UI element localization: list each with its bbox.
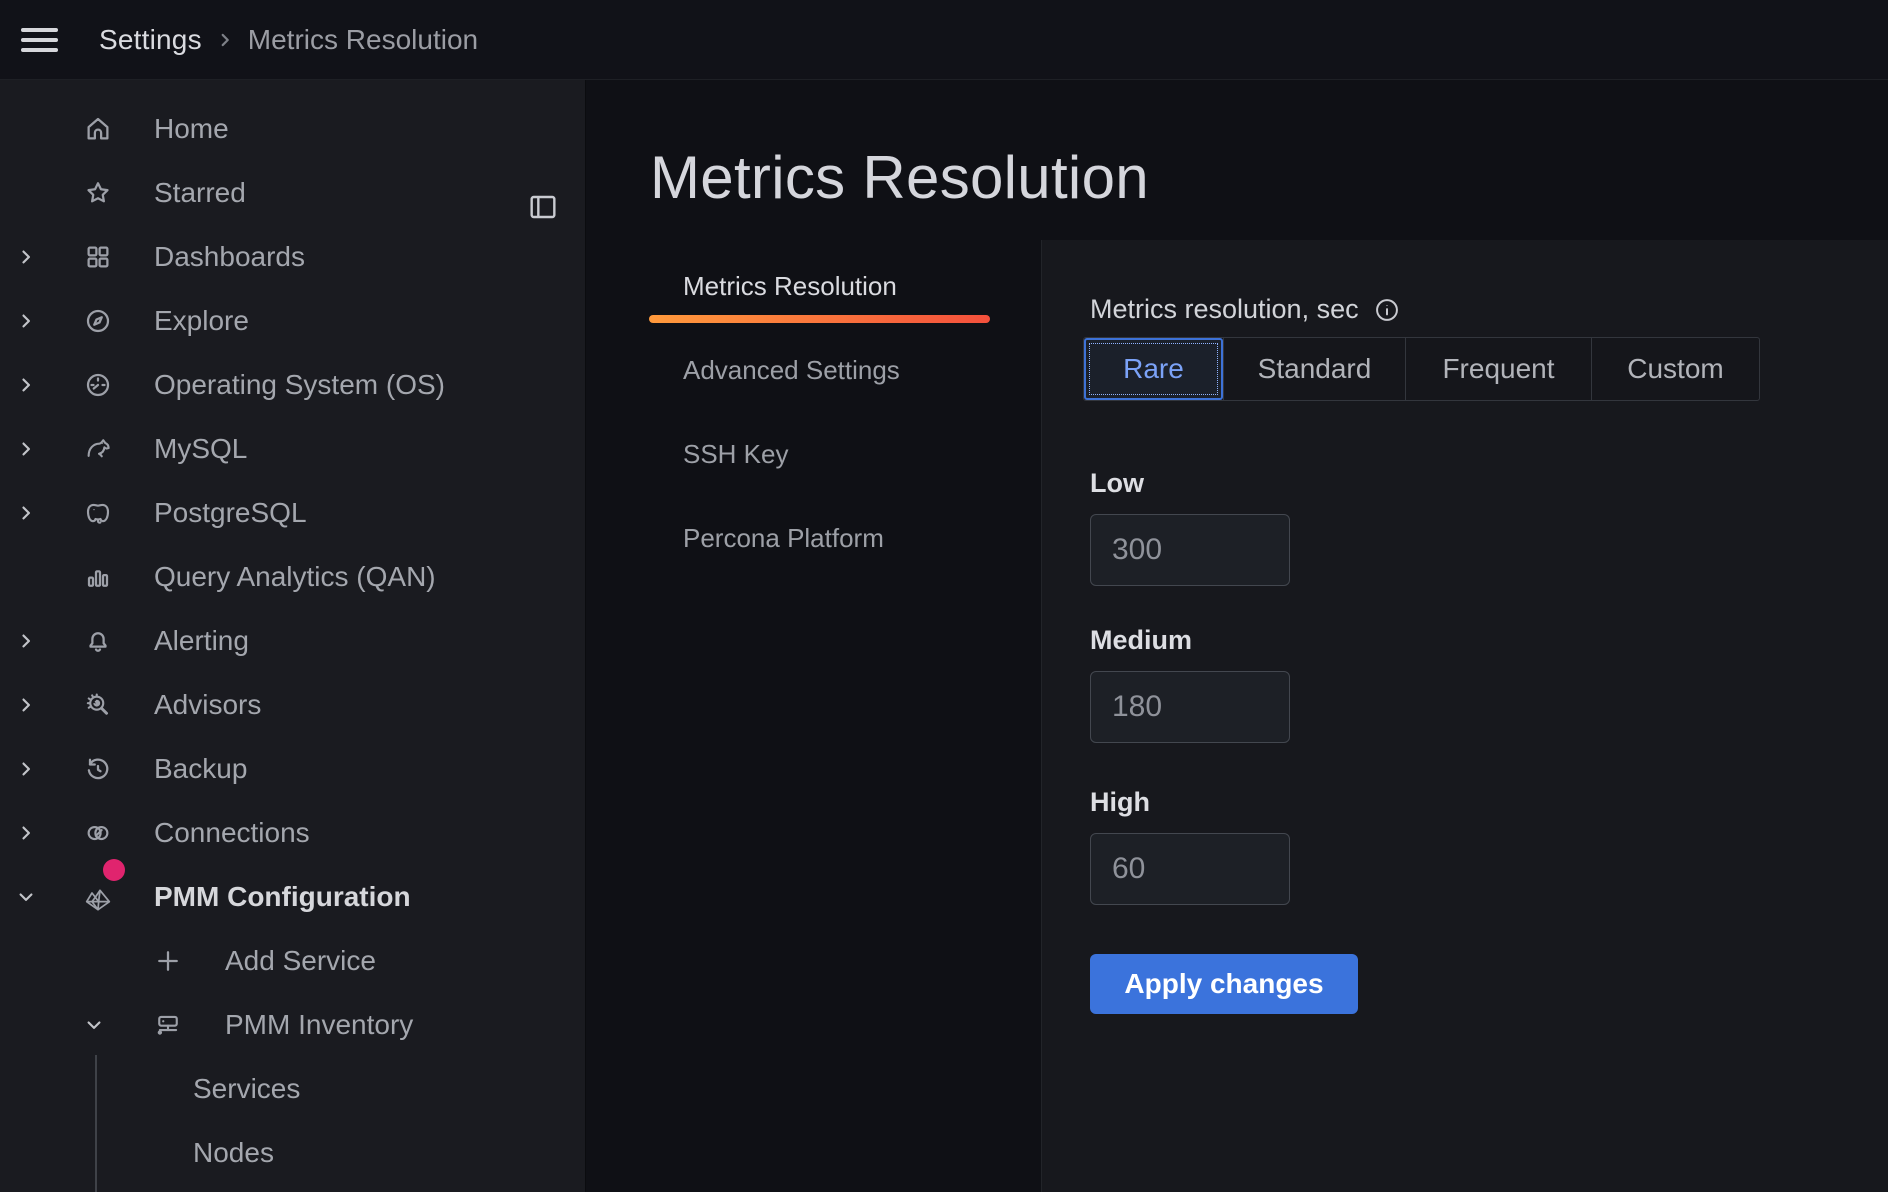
sidebar-item-label: Query Analytics (QAN) xyxy=(154,561,436,593)
sidebar-item-mysql[interactable]: MySQL xyxy=(0,417,585,481)
preset-frequent[interactable]: Frequent xyxy=(1405,338,1591,400)
sidebar-item-label: Alerting xyxy=(154,625,249,657)
compass-icon xyxy=(81,306,115,336)
sidebar-item-label: Home xyxy=(154,113,229,145)
sidebar-item-label: Explore xyxy=(154,305,249,337)
sidebar-item-label: PostgreSQL xyxy=(154,497,307,529)
tab-label: Percona Platform xyxy=(683,523,884,554)
metrics-resolution-panel: Metrics resolution, sec Rare Standard Fr… xyxy=(1041,240,1888,1192)
sidebar-item-home[interactable]: Home xyxy=(0,97,585,161)
tab-ssh-key[interactable]: SSH Key xyxy=(649,412,990,496)
sidebar-item-label: Operating System (OS) xyxy=(154,369,445,401)
tab-label: SSH Key xyxy=(683,439,789,470)
low-field-label: Low xyxy=(1090,467,1888,499)
sidebar-item-dashboards[interactable]: Dashboards xyxy=(0,225,585,289)
apply-changes-button[interactable]: Apply changes xyxy=(1090,954,1358,1014)
sidebar-item-advisors[interactable]: Advisors xyxy=(0,673,585,737)
bar-chart-icon xyxy=(81,562,115,592)
sidebar-item-label: Starred xyxy=(154,177,246,209)
gauge-icon xyxy=(81,370,115,400)
mysql-dolphin-icon xyxy=(81,434,115,464)
resolution-preset-group: Rare Standard Frequent Custom xyxy=(1083,337,1760,401)
low-resolution-input[interactable] xyxy=(1090,514,1290,586)
plus-icon xyxy=(151,946,185,976)
chevron-right-icon[interactable] xyxy=(16,759,36,779)
tab-metrics-resolution[interactable]: Metrics Resolution xyxy=(649,244,990,328)
sidebar-item-backup[interactable]: Backup xyxy=(0,737,585,801)
postgresql-elephant-icon xyxy=(81,498,115,528)
linked-rings-icon xyxy=(81,818,115,848)
chevron-right-icon[interactable] xyxy=(16,823,36,843)
sidebar-item-starred[interactable]: Starred xyxy=(0,161,585,225)
chevron-right-icon[interactable] xyxy=(16,695,36,715)
chevron-right-icon[interactable] xyxy=(16,247,36,267)
server-icon xyxy=(151,1010,185,1040)
menu-toggle-icon[interactable] xyxy=(21,28,59,52)
chevron-right-icon[interactable] xyxy=(16,503,36,523)
preset-standard[interactable]: Standard xyxy=(1223,338,1405,400)
sidebar-item-label: PMM Configuration xyxy=(154,881,411,913)
nav-list: Home Starred Dashboards Explore xyxy=(0,97,585,1185)
tab-percona-platform[interactable]: Percona Platform xyxy=(649,496,990,580)
sidebar-item-operating-system[interactable]: Operating System (OS) xyxy=(0,353,585,417)
high-field-label: High xyxy=(1090,786,1888,818)
nav-sidebar: Home Starred Dashboards Explore xyxy=(0,80,586,1192)
sidebar-item-connections[interactable]: Connections xyxy=(0,801,585,865)
breadcrumb: Settings Metrics Resolution xyxy=(99,24,478,56)
bell-icon xyxy=(81,626,115,656)
sidebar-item-label: PMM Inventory xyxy=(225,1009,413,1041)
pmm-mountains-icon xyxy=(81,881,115,913)
home-icon xyxy=(81,114,115,144)
settings-tabs: Metrics Resolution Advanced Settings SSH… xyxy=(649,244,990,580)
star-icon xyxy=(81,178,115,208)
high-resolution-input[interactable] xyxy=(1090,833,1290,905)
sidebar-item-label: MySQL xyxy=(154,433,247,465)
sidebar-item-add-service[interactable]: Add Service xyxy=(0,929,585,993)
chevron-right-icon[interactable] xyxy=(16,311,36,331)
sidebar-item-label: Services xyxy=(193,1073,300,1105)
sidebar-item-pmm-configuration[interactable]: PMM Configuration xyxy=(0,865,585,929)
sidebar-item-label: Advisors xyxy=(154,689,261,721)
preset-rare[interactable]: Rare xyxy=(1084,338,1223,400)
notification-badge xyxy=(103,859,125,881)
breadcrumb-metrics-resolution: Metrics Resolution xyxy=(248,24,478,56)
sidebar-item-alerting[interactable]: Alerting xyxy=(0,609,585,673)
chevron-right-icon[interactable] xyxy=(16,439,36,459)
sidebar-item-explore[interactable]: Explore xyxy=(0,289,585,353)
sidebar-item-postgresql[interactable]: PostgreSQL xyxy=(0,481,585,545)
metrics-resolution-group-label: Metrics resolution, sec xyxy=(1090,294,1359,325)
medium-resolution-input[interactable] xyxy=(1090,671,1290,743)
chevron-right-icon xyxy=(214,29,236,51)
sidebar-item-pmm-inventory[interactable]: PMM Inventory xyxy=(0,993,585,1057)
chevron-down-icon[interactable] xyxy=(16,887,36,907)
tab-advanced-settings[interactable]: Advanced Settings xyxy=(649,328,990,412)
chevron-down-icon[interactable] xyxy=(84,1015,104,1035)
sidebar-item-label: Add Service xyxy=(225,945,376,977)
dashboards-grid-icon xyxy=(81,242,115,272)
magnifier-check-icon xyxy=(81,690,115,720)
sidebar-item-label: Backup xyxy=(154,753,247,785)
chevron-right-icon[interactable] xyxy=(16,631,36,651)
info-circle-icon[interactable] xyxy=(1373,296,1401,324)
tab-label: Advanced Settings xyxy=(683,355,900,386)
medium-field-label: Medium xyxy=(1090,624,1888,656)
sidebar-item-services[interactable]: Services xyxy=(0,1057,585,1121)
history-clock-icon xyxy=(81,754,115,784)
sidebar-item-label: Nodes xyxy=(193,1137,274,1169)
page-title: Metrics Resolution xyxy=(650,146,1149,210)
tab-label: Metrics Resolution xyxy=(683,271,897,302)
sidebar-item-query-analytics[interactable]: Query Analytics (QAN) xyxy=(0,545,585,609)
top-bar: Settings Metrics Resolution xyxy=(0,0,1888,80)
chevron-right-icon[interactable] xyxy=(16,375,36,395)
sidebar-item-nodes[interactable]: Nodes xyxy=(0,1121,585,1185)
sidebar-item-label: Connections xyxy=(154,817,310,849)
sidebar-item-label: Dashboards xyxy=(154,241,305,273)
preset-custom[interactable]: Custom xyxy=(1591,338,1759,400)
breadcrumb-settings[interactable]: Settings xyxy=(99,24,202,56)
